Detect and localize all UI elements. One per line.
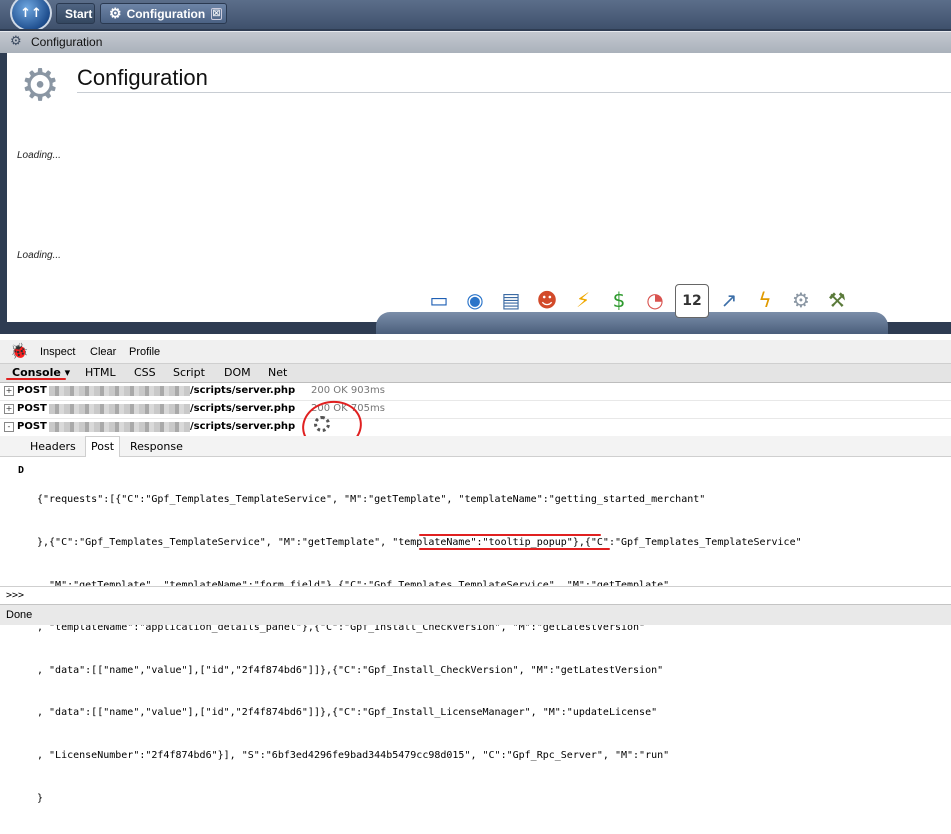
- loading-indicator: Loading...: [17, 150, 61, 161]
- divider: [77, 92, 951, 93]
- globe-user-icon[interactable]: ◉: [459, 284, 491, 316]
- tab-configuration[interactable]: ⚙ Configuration ⊠: [100, 3, 227, 24]
- redacted-host: [49, 404, 190, 414]
- request-method: POST: [17, 385, 47, 396]
- status-bar: Done: [0, 604, 951, 625]
- app-logo-icon[interactable]: ↑↑: [10, 0, 52, 32]
- tab-html[interactable]: HTML: [85, 366, 116, 379]
- status-text: Done: [6, 609, 33, 621]
- tab-css[interactable]: CSS: [134, 366, 156, 379]
- app-top-bar: ↑↑ Start ⚙ Configuration ⊠: [0, 0, 951, 32]
- tab-post[interactable]: Post: [85, 436, 121, 457]
- redacted-host: [49, 422, 190, 432]
- firebug-tabs: Console ▾ HTML CSS Script DOM Net: [0, 363, 951, 383]
- clear-button[interactable]: Clear: [90, 346, 116, 358]
- redacted-host: [49, 386, 190, 396]
- request-row[interactable]: + POST /scripts/server.php 200 OK 705ms: [0, 400, 951, 419]
- request-detail-tabs: Headers Post Response: [0, 436, 951, 457]
- gear-icon: ⚙: [10, 34, 22, 49]
- post-body-panel: D {"requests":[{"C":"Gpf_Templates_Templ…: [10, 458, 951, 804]
- lightning-doc-icon[interactable]: ϟ: [749, 284, 781, 316]
- calendar-icon[interactable]: 12: [675, 284, 709, 318]
- firebug-bug-icon[interactable]: 🐞: [10, 342, 29, 360]
- inspect-button[interactable]: Inspect: [40, 346, 75, 358]
- request-row[interactable]: + POST /scripts/server.php 200 OK 903ms: [0, 382, 951, 401]
- post-line: }: [37, 792, 44, 804]
- configuration-panel: ⚙ Configuration Loading... Loading...: [7, 53, 951, 322]
- tab-dom[interactable]: DOM: [224, 366, 251, 379]
- request-url[interactable]: /scripts/server.php: [190, 403, 295, 414]
- tools-icon[interactable]: ⚒: [821, 284, 853, 316]
- money-user-icon[interactable]: $: [603, 284, 635, 316]
- chart-globe-icon[interactable]: ↗: [713, 284, 745, 316]
- request-row[interactable]: - POST /scripts/server.php: [0, 418, 951, 437]
- monitor-icon[interactable]: ▭: [423, 284, 455, 316]
- post-body: {"requests":[{"C":"Gpf_Templates_Templat…: [37, 465, 802, 834]
- lightning-icon[interactable]: ⚡: [567, 284, 599, 316]
- pie-chart-icon[interactable]: ◔: [639, 284, 671, 316]
- annotation-underline: [419, 534, 601, 536]
- gear-icon: ⚙: [109, 5, 122, 21]
- expand-icon[interactable]: +: [4, 404, 14, 414]
- users-icon[interactable]: ☻: [531, 284, 563, 316]
- profile-button[interactable]: Profile: [129, 346, 160, 358]
- tab-start[interactable]: Start: [56, 3, 95, 24]
- post-line: , "data":[["name","value"],["id","2f4f87…: [37, 664, 664, 676]
- post-line: , "LicenseNumber":"2f4f874bd6"}], "S":"6…: [37, 750, 670, 762]
- firebug-toolbar: 🐞 Inspect Clear Profile: [0, 340, 951, 363]
- request-status: 200 OK 903ms: [311, 385, 385, 396]
- window-user-icon[interactable]: ▤: [495, 284, 527, 316]
- tab-start-label: Start: [65, 6, 93, 21]
- post-label: D: [18, 465, 25, 476]
- annotation-underline: [6, 378, 66, 380]
- window-title-bar: ⚙ Configuration: [0, 31, 951, 53]
- configuration-gear-icon: ⚙: [20, 60, 60, 111]
- request-url[interactable]: /scripts/server.php: [190, 385, 295, 396]
- expand-icon[interactable]: +: [4, 386, 14, 396]
- command-prompt: >>>: [6, 590, 25, 601]
- request-method: POST: [17, 403, 47, 414]
- request-url[interactable]: /scripts/server.php: [190, 421, 295, 432]
- dock-icons: ▭ ◉ ▤ ☻ ⚡ $ ◔ 12 ↗ ϟ ⚙ ⚒: [423, 284, 853, 318]
- loading-indicator: Loading...: [17, 250, 61, 261]
- post-line: {"requests":[{"C":"Gpf_Templates_Templat…: [37, 494, 706, 506]
- page-title: Configuration: [77, 65, 208, 90]
- tab-net[interactable]: Net: [268, 366, 287, 379]
- window-title: Configuration: [31, 35, 103, 49]
- post-line: , "data":[["name","value"],["id","2f4f87…: [37, 707, 658, 719]
- tab-headers[interactable]: Headers: [30, 440, 76, 453]
- tab-response[interactable]: Response: [130, 440, 183, 453]
- gear-icon[interactable]: ⚙: [785, 284, 817, 316]
- annotation-underline: [419, 548, 610, 550]
- collapse-icon[interactable]: -: [4, 422, 14, 432]
- command-line[interactable]: >>>: [0, 586, 951, 605]
- close-tab-icon[interactable]: ⊠: [211, 7, 222, 20]
- tab-configuration-label: Configuration: [126, 6, 206, 21]
- tab-script[interactable]: Script: [173, 366, 205, 379]
- request-method: POST: [17, 421, 47, 432]
